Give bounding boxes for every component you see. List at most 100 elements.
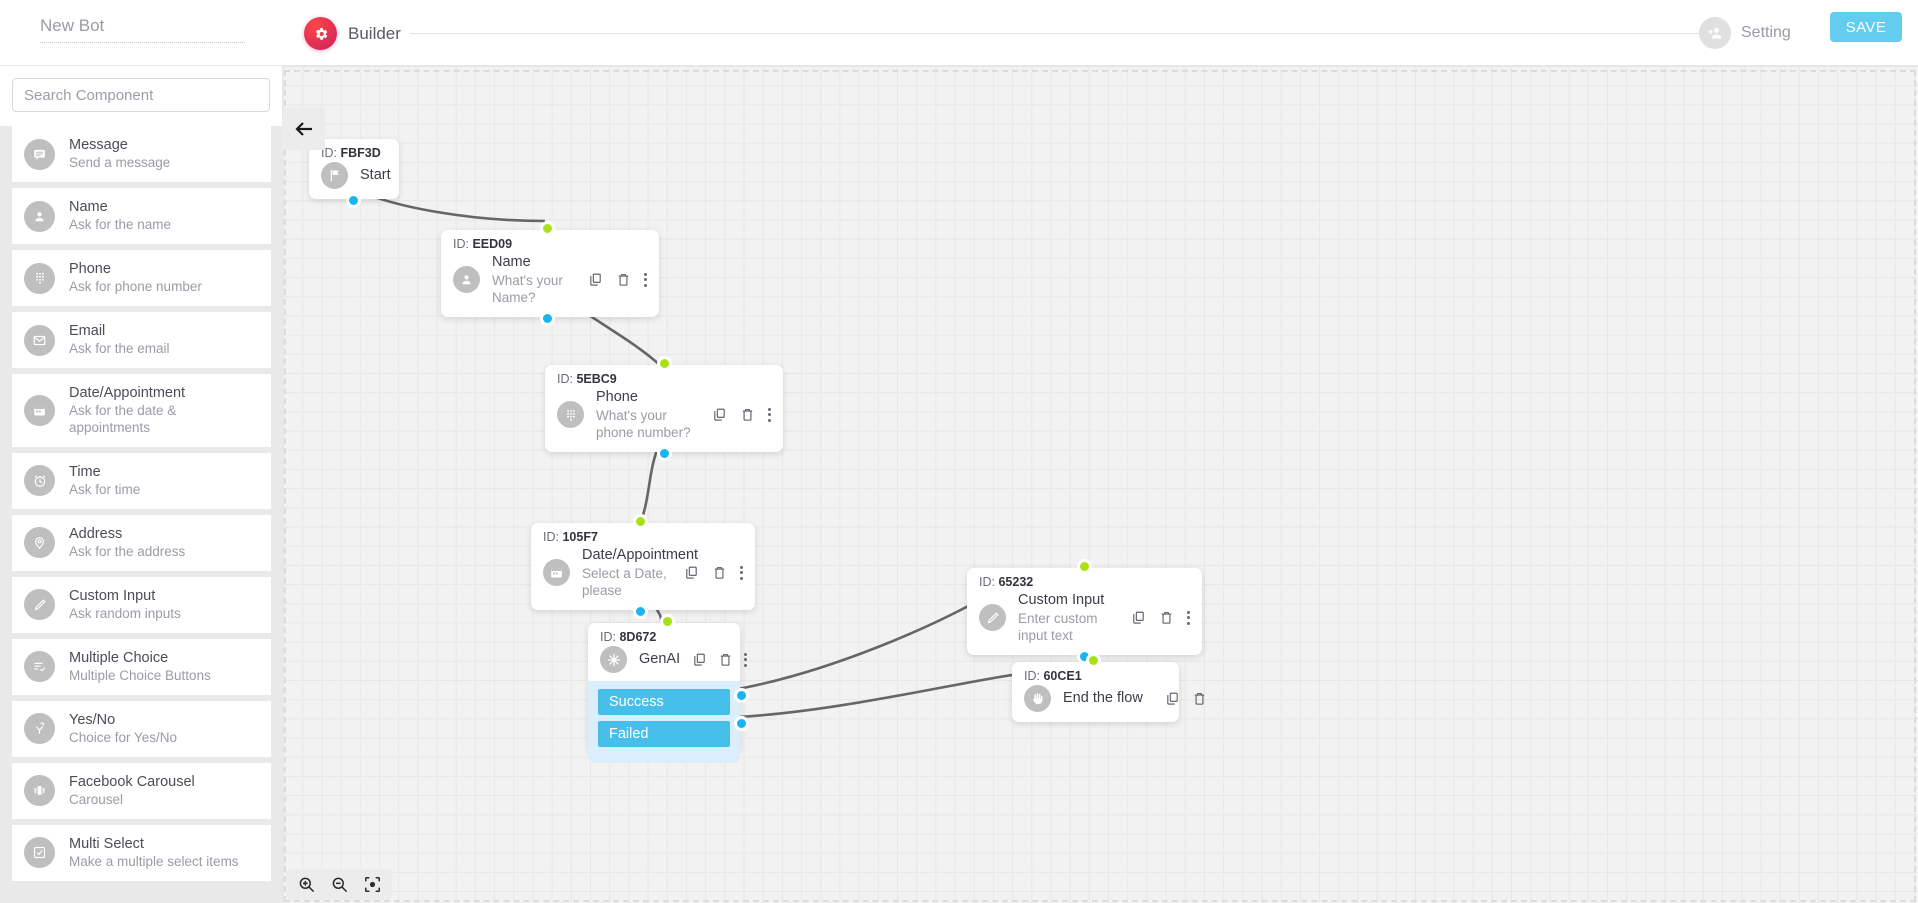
copy-icon[interactable] [692,652,707,667]
node-title-start: Start [360,167,391,184]
input-port-name[interactable] [540,221,555,236]
envelope-icon [24,324,55,356]
input-port-date[interactable] [633,514,648,529]
setting-nav-item[interactable]: Setting [1699,17,1791,49]
copy-icon[interactable] [684,565,699,580]
more-icon[interactable] [644,272,647,287]
component-item-title: Multi Select [69,835,144,852]
arrow-left-icon [295,122,312,136]
component-item-yes-no[interactable]: Yes/No Choice for Yes/No [12,700,271,757]
flow-node-phone[interactable]: ID: 5EBC9 Phone What's your phone number… [545,356,783,461]
flow-node-date[interactable]: ID: 105F7 Date/Appointment Select a Date… [531,514,755,619]
component-item-text: Message Send a message [69,136,170,172]
trash-icon[interactable] [1192,691,1207,706]
node-id-phone: ID: 5EBC9 [557,372,617,386]
component-item-text: Phone Ask for phone number [69,260,202,296]
component-item-email[interactable]: Email Ask for the email [12,312,271,368]
component-item-subtitle: Ask for the email [69,341,170,357]
flow-edges [352,186,1026,719]
component-item-date-appointment[interactable]: Date/Appointment Ask for the date & appoi… [12,374,271,447]
flow-node-end[interactable]: ID: 60CE1 End the flow [1012,653,1204,722]
component-item-multiple-choice[interactable]: Multiple Choice Multiple Choice Buttons [12,638,271,695]
output-port-start[interactable] [346,193,361,208]
fork-icon [24,713,55,745]
component-item-subtitle: Make a multiple select items [69,854,239,869]
input-port-genai[interactable] [660,614,675,629]
trash-icon[interactable] [740,407,755,422]
more-icon[interactable] [740,565,743,580]
component-item-time[interactable]: Time Ask for time [12,452,271,509]
component-item-title: Yes/No [69,711,116,728]
calendar-icon [24,394,55,426]
component-item-address[interactable]: Address Ask for the address [12,514,271,571]
trash-icon[interactable] [712,565,727,580]
trash-icon[interactable] [616,272,631,287]
component-item-text: Multi Select Make a multiple select items [69,835,239,871]
component-item-title: Address [69,525,123,542]
component-item-custom-input[interactable]: Custom Input Ask random inputs [12,576,271,633]
list-check-icon [24,651,55,683]
component-item-text: Facebook Carousel Carousel [69,773,195,809]
more-icon[interactable] [1187,610,1190,625]
save-button[interactable]: SAVE [1830,12,1902,42]
node-sub-date: Select a Date, please [582,565,667,599]
input-port-phone[interactable] [657,356,672,371]
fit-to-screen-icon[interactable] [363,875,382,894]
copy-icon[interactable] [1131,610,1146,625]
zoom-in-icon[interactable] [297,875,316,894]
input-port-custom-input[interactable] [1077,559,1092,574]
keypad-icon [24,262,55,294]
flow-node-name[interactable]: ID: EED09 Name What's your Name? [441,221,659,326]
component-item-title: Phone [69,261,111,277]
component-list[interactable]: Message Send a message Name Ask for the nam… [0,126,282,903]
branch-failed[interactable]: Failed [598,721,730,747]
node-title-phone: Phone [596,389,638,405]
gear-icon [304,17,337,50]
calendar-icon [543,559,570,587]
zoom-out-icon[interactable] [330,875,349,894]
builder-nav-item[interactable]: Builder [304,17,401,50]
header-divider-line [410,33,1712,34]
component-item-title: Facebook Carousel [69,773,195,790]
output-port-failed[interactable] [734,716,749,731]
output-port-phone[interactable] [657,445,672,461]
search-input[interactable] [12,78,270,112]
output-port-name[interactable] [540,310,555,326]
output-port-success[interactable] [734,688,749,703]
copy-icon[interactable] [588,272,603,287]
component-item-text: Custom Input Ask random inputs [69,587,181,623]
keypad-icon [557,401,584,429]
output-port-date[interactable] [633,603,648,619]
edge-success-to-custominput [737,596,984,691]
copy-icon[interactable] [712,407,727,422]
component-item-text: Date/Appointment Ask for the date & appoi… [69,384,259,437]
collapse-sidebar-button[interactable] [283,108,325,150]
node-title-date: Date/Appointment [582,547,699,563]
component-item-title: Multiple Choice [69,649,169,666]
bot-name-input[interactable] [40,14,245,42]
component-item-title: Email [69,323,106,339]
component-item-phone[interactable]: Phone Ask for phone number [12,250,271,306]
zoom-controls [287,869,392,900]
flow-node-genai[interactable]: ID: 8D672 GenAI Success Failed [588,614,749,763]
flow-canvas[interactable]: ID: FBF3D Start ID: EED09 Name What's yo… [283,66,1918,903]
more-icon[interactable] [768,407,771,422]
component-item-message[interactable]: Message Send a message [12,126,271,182]
more-icon[interactable] [744,652,748,667]
component-item-title: Message [69,137,128,153]
component-item-text: Name Ask for the name [69,198,171,234]
copy-icon[interactable] [1165,691,1180,706]
trash-icon[interactable] [718,652,733,667]
trash-icon[interactable] [1159,610,1174,625]
flow-node-custom-input[interactable]: ID: 65232 Custom Input Enter custom inpu… [967,559,1202,664]
branch-success[interactable]: Success [598,689,730,715]
component-item-multi-select[interactable]: Multi Select Make a multiple select items [12,824,271,881]
component-item-subtitle: Choice for Yes/No [69,730,178,745]
sparkle-icon [600,646,627,673]
genai-branch-list: Success Failed [588,681,740,763]
checkbox-icon [24,837,55,869]
input-port-end[interactable] [1086,653,1101,668]
node-title-custom-input: Custom Input [1018,592,1105,608]
component-item-facebook-carousel[interactable]: Facebook Carousel Carousel [12,762,271,819]
component-item-name[interactable]: Name Ask for the name [12,188,271,244]
